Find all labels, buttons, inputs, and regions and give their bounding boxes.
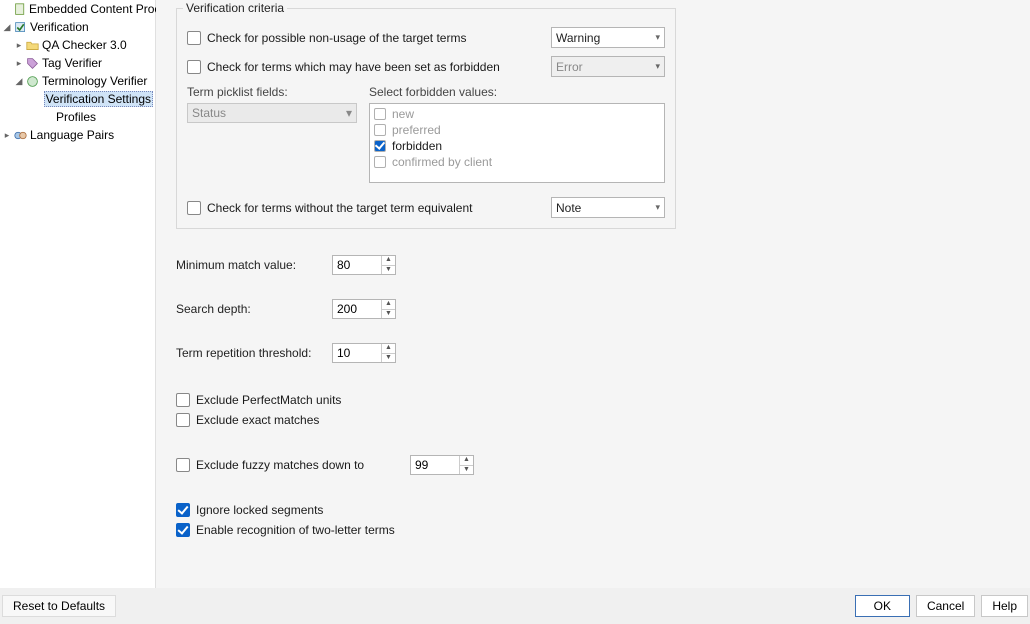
check-non-usage[interactable]: Check for possible non-usage of the targ… <box>187 31 551 45</box>
tree-label: Profiles <box>56 110 96 124</box>
caret-right-icon: ▸ <box>14 40 24 51</box>
tree-label: Verification <box>30 20 89 34</box>
fuzzy-spinner[interactable]: ▲▼ <box>410 455 474 475</box>
tree-label: Terminology Verifier <box>42 74 147 88</box>
caret-down-icon: ◢ <box>2 22 12 33</box>
repetition-label: Term repetition threshold: <box>176 346 332 360</box>
tree-label: Language Pairs <box>30 128 114 142</box>
verification-criteria-group: Verification criteria Check for possible… <box>176 8 676 229</box>
tree-item-qa-checker[interactable]: ▸ QA Checker 3.0 <box>0 36 155 54</box>
check-no-equivalent-label: Check for terms without the target term … <box>207 201 472 215</box>
tree-item-language-pairs[interactable]: ▸ Language Pairs <box>0 126 155 144</box>
spin-up-icon[interactable]: ▲ <box>382 344 395 354</box>
tree-item-terminology-verifier[interactable]: ◢ Terminology Verifier <box>0 72 155 90</box>
verify-icon <box>12 21 28 34</box>
forbidden-values-list: new preferred forbidden confirmed by cli… <box>369 103 665 183</box>
exclude-exact-checkbox[interactable] <box>176 413 190 427</box>
spin-down-icon[interactable]: ▼ <box>460 466 473 475</box>
caret-right-icon: ▸ <box>14 58 24 69</box>
group-title: Verification criteria <box>183 1 287 15</box>
repetition-spinner[interactable]: ▲▼ <box>332 343 396 363</box>
chevron-down-icon: ▾ <box>346 106 352 120</box>
severity-forbidden-select: Error ▾ <box>551 56 665 77</box>
caret-down-icon: ◢ <box>14 76 24 87</box>
fb-item-confirmed[interactable]: confirmed by client <box>374 154 660 170</box>
picklist-field-select: Status ▾ <box>187 103 357 123</box>
exclude-exact[interactable]: Exclude exact matches <box>176 413 1030 427</box>
severity-no-equivalent-select[interactable]: Note ▾ <box>551 197 665 218</box>
severity-non-usage-select[interactable]: Warning ▾ <box>551 27 665 48</box>
spin-down-icon[interactable]: ▼ <box>382 310 395 319</box>
terminology-icon <box>24 75 40 88</box>
min-match-input[interactable] <box>333 256 381 274</box>
tree-label-selected: Verification Settings <box>44 91 153 107</box>
sidebar-tree: Embedded Content Proc ◢ Verification ▸ Q… <box>0 0 156 588</box>
ignore-locked-checkbox[interactable] <box>176 503 190 517</box>
picklist-fields-label: Term picklist fields: <box>187 85 369 99</box>
cancel-button[interactable]: Cancel <box>916 595 975 617</box>
chevron-down-icon: ▾ <box>655 61 660 72</box>
fb-item-forbidden[interactable]: forbidden <box>374 138 660 154</box>
check-no-equivalent-checkbox[interactable] <box>187 201 201 215</box>
tree-label: QA Checker 3.0 <box>42 38 127 52</box>
search-depth-spinner[interactable]: ▲▼ <box>332 299 396 319</box>
tree-item-verification-settings[interactable]: Verification Settings <box>0 90 155 108</box>
languages-icon <box>12 129 28 142</box>
tree-item-embedded[interactable]: Embedded Content Proc <box>0 0 155 18</box>
spin-down-icon[interactable]: ▼ <box>382 354 395 363</box>
help-button[interactable]: Help <box>981 595 1028 617</box>
check-non-usage-label: Check for possible non-usage of the targ… <box>207 31 466 45</box>
tag-icon <box>24 57 40 70</box>
tree-item-tag-verifier[interactable]: ▸ Tag Verifier <box>0 54 155 72</box>
fuzzy-input[interactable] <box>411 456 459 474</box>
check-forbidden-checkbox[interactable] <box>187 60 201 74</box>
fb-item-new[interactable]: new <box>374 106 660 122</box>
reset-defaults-button[interactable]: Reset to Defaults <box>2 595 116 617</box>
check-forbidden-label: Check for terms which may have been set … <box>207 60 500 74</box>
tree-item-verification[interactable]: ◢ Verification <box>0 18 155 36</box>
two-letter[interactable]: Enable recognition of two-letter terms <box>176 523 1030 537</box>
exclude-fuzzy[interactable]: Exclude fuzzy matches down to <box>176 458 410 472</box>
search-depth-input[interactable] <box>333 300 381 318</box>
ignore-locked[interactable]: Ignore locked segments <box>176 503 1030 517</box>
caret-right-icon: ▸ <box>2 130 12 141</box>
min-match-spinner[interactable]: ▲▼ <box>332 255 396 275</box>
check-non-usage-checkbox[interactable] <box>187 31 201 45</box>
ok-button[interactable]: OK <box>855 595 910 617</box>
tree-item-profiles[interactable]: Profiles <box>0 108 155 126</box>
tree-label: Tag Verifier <box>42 56 102 70</box>
doc-icon <box>14 3 27 16</box>
check-forbidden[interactable]: Check for terms which may have been set … <box>187 60 551 74</box>
spin-up-icon[interactable]: ▲ <box>382 300 395 310</box>
tree-label: Embedded Content Proc <box>29 2 160 16</box>
dialog-footer: Reset to Defaults OK Cancel Help <box>0 588 1030 624</box>
check-no-equivalent[interactable]: Check for terms without the target term … <box>187 201 551 215</box>
exclude-perfectmatch[interactable]: Exclude PerfectMatch units <box>176 393 1030 407</box>
exclude-fuzzy-checkbox[interactable] <box>176 458 190 472</box>
folder-icon <box>24 39 40 52</box>
repetition-input[interactable] <box>333 344 381 362</box>
spin-up-icon[interactable]: ▲ <box>382 256 395 266</box>
spin-down-icon[interactable]: ▼ <box>382 266 395 275</box>
settings-content: Verification criteria Check for possible… <box>156 0 1030 588</box>
spin-up-icon[interactable]: ▲ <box>460 456 473 466</box>
chevron-down-icon: ▾ <box>655 32 660 43</box>
two-letter-checkbox[interactable] <box>176 523 190 537</box>
forbidden-values-label: Select forbidden values: <box>369 85 665 99</box>
chevron-down-icon: ▾ <box>655 202 660 213</box>
exclude-perfectmatch-checkbox[interactable] <box>176 393 190 407</box>
search-depth-label: Search depth: <box>176 302 332 316</box>
fb-item-preferred[interactable]: preferred <box>374 122 660 138</box>
min-match-label: Minimum match value: <box>176 258 332 272</box>
